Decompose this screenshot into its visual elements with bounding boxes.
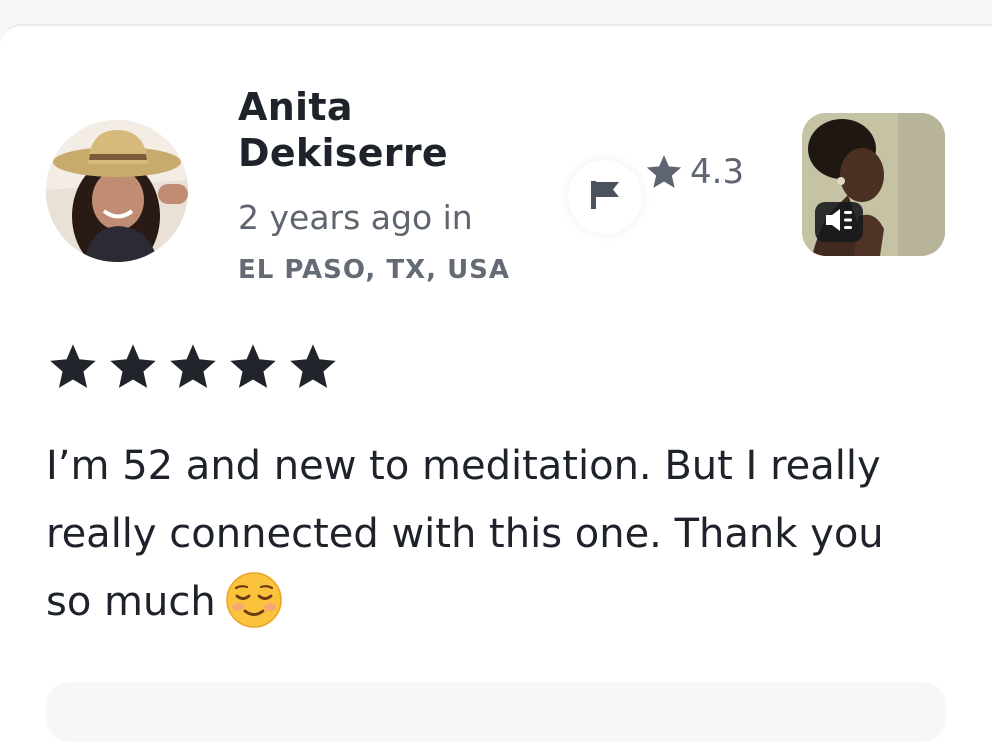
avatar-image xyxy=(46,120,188,262)
reviewer-avatar[interactable] xyxy=(46,120,188,262)
next-review-card xyxy=(46,682,946,742)
review-location: EL PASO, TX, USA xyxy=(238,255,511,285)
review-time: 2 years ago in xyxy=(238,198,473,237)
review-body: I’m 52 and new to meditation. But I real… xyxy=(46,432,896,636)
rating-value: 4.3 xyxy=(690,152,745,192)
track-rating: 4.3 xyxy=(644,152,744,192)
star-icon xyxy=(224,342,282,392)
star-icon xyxy=(284,342,342,392)
star-icon xyxy=(644,152,684,192)
report-flag-button[interactable] xyxy=(568,160,642,234)
relieved-face-emoji xyxy=(224,570,284,630)
star-icon xyxy=(164,342,222,392)
review-text: I’m 52 and new to meditation. But I real… xyxy=(46,443,884,625)
flag-icon xyxy=(587,177,623,217)
star-icon xyxy=(44,342,102,392)
review-stars xyxy=(44,342,342,392)
star-icon xyxy=(104,342,162,392)
author-name[interactable]: Anita Dekiserre xyxy=(238,84,538,176)
speaker-icon xyxy=(824,207,854,237)
audio-badge xyxy=(815,202,863,242)
track-thumbnail[interactable] xyxy=(802,113,945,256)
